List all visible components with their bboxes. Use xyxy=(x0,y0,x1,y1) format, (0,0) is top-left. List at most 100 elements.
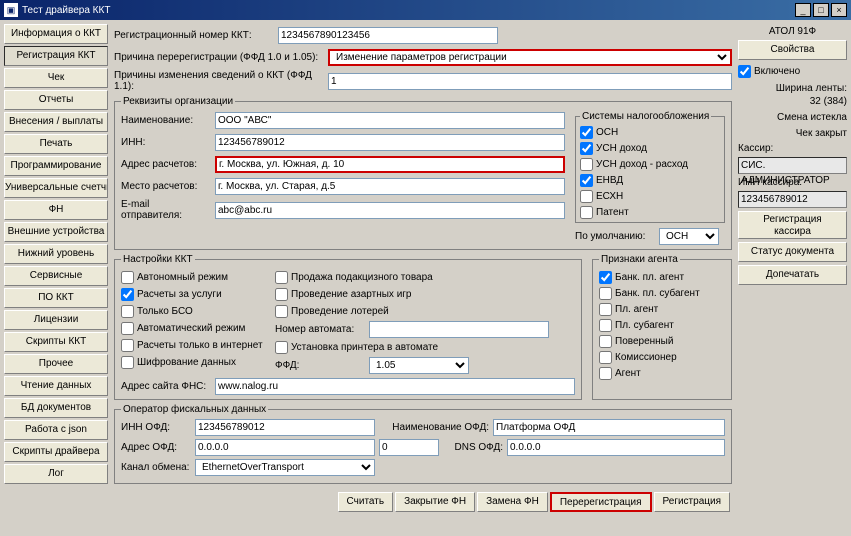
chk-auto-mode[interactable] xyxy=(121,322,134,335)
nav-scripts-kkt[interactable]: Скрипты ККТ xyxy=(4,332,108,352)
chk-osn[interactable] xyxy=(580,126,593,139)
chk-autonomous[interactable] xyxy=(121,271,134,284)
chk-pl-agent[interactable] xyxy=(599,303,612,316)
tax-default-select[interactable]: ОСН xyxy=(659,228,719,245)
cashier-inn-label: ИНН кассира: xyxy=(738,177,847,188)
chk-services[interactable] xyxy=(121,288,134,301)
reg-button[interactable]: Регистрация xyxy=(654,492,730,512)
nav-check[interactable]: Чек xyxy=(4,68,108,88)
lbl-patent: Патент xyxy=(596,207,629,218)
doc-status-button[interactable]: Статус документа xyxy=(738,242,847,262)
nav-json[interactable]: Работа с json xyxy=(4,420,108,440)
chk-usn-dohod[interactable] xyxy=(580,142,593,155)
props-button[interactable]: Свойства xyxy=(738,40,847,60)
calc-addr-input[interactable] xyxy=(215,156,565,173)
tax-default-label: По умолчанию: xyxy=(575,231,655,242)
calc-place-label: Место расчетов: xyxy=(121,181,211,192)
chk-eshn[interactable] xyxy=(580,190,593,203)
ofd-legend: Оператор фискальных данных xyxy=(121,404,268,415)
reg-number-input[interactable] xyxy=(278,27,498,44)
nav-read-data[interactable]: Чтение данных xyxy=(4,376,108,396)
nav-scripts-driver[interactable]: Скрипты драйвера xyxy=(4,442,108,462)
nav-programming[interactable]: Программирование xyxy=(4,156,108,176)
ofd-channel-select[interactable]: EthernetOverTransport xyxy=(195,459,375,476)
chk-usn-dr[interactable] xyxy=(580,158,593,171)
ofd-name-input[interactable] xyxy=(493,419,725,436)
close-button[interactable]: × xyxy=(831,3,847,17)
ofd-inn-input[interactable] xyxy=(195,419,375,436)
ofd-port-input[interactable] xyxy=(379,439,439,456)
chk-excise[interactable] xyxy=(275,271,288,284)
lbl-auto-mode: Автоматический режим xyxy=(137,323,245,334)
nav-fn[interactable]: ФН xyxy=(4,200,108,220)
nav-low-level[interactable]: Нижний уровень xyxy=(4,244,108,264)
nav-counters[interactable]: Универсальные счетчики xyxy=(4,178,108,198)
settings-legend: Настройки ККТ xyxy=(121,254,195,265)
nav-ext-devices[interactable]: Внешние устройства xyxy=(4,222,108,242)
ofd-dns-input[interactable] xyxy=(507,439,725,456)
nav-payments[interactable]: Внесения / выплаты xyxy=(4,112,108,132)
nav-po-kkt[interactable]: ПО ККТ xyxy=(4,288,108,308)
nav-db-docs[interactable]: БД документов xyxy=(4,398,108,418)
ofd-name-label: Наименование ОФД: xyxy=(379,422,489,433)
inn-label: ИНН: xyxy=(121,137,211,148)
email-label: E-mail отправителя: xyxy=(121,199,211,221)
nav-other[interactable]: Прочее xyxy=(4,354,108,374)
read-button[interactable]: Считать xyxy=(338,492,394,512)
inn-input[interactable] xyxy=(215,134,565,151)
minimize-button[interactable]: _ xyxy=(795,3,811,17)
chk-bank-agent[interactable] xyxy=(599,271,612,284)
nav-licenses[interactable]: Лицензии xyxy=(4,310,108,330)
chk-bso[interactable] xyxy=(121,305,134,318)
nav-print[interactable]: Печать xyxy=(4,134,108,154)
rereg-reason-select[interactable]: Изменение параметров регистрации xyxy=(328,49,732,66)
lbl-enabled: Включено xyxy=(754,66,800,77)
nav-reports[interactable]: Отчеты xyxy=(4,90,108,110)
topup-button[interactable]: Допечатать xyxy=(738,265,847,285)
chk-pl-subagent[interactable] xyxy=(599,319,612,332)
org-name-input[interactable] xyxy=(215,112,565,129)
lbl-autonomous: Автономный режим xyxy=(137,272,228,283)
email-input[interactable] xyxy=(215,202,565,219)
ofd-inn-label: ИНН ОФД: xyxy=(121,422,191,433)
chk-internet[interactable] xyxy=(121,339,134,352)
chk-enabled[interactable] xyxy=(738,65,751,78)
tax-fieldset: Системы налогообложения ОСН УСН доход УС… xyxy=(575,111,725,223)
chk-encrypt[interactable] xyxy=(121,356,134,369)
nav-reg-kkt[interactable]: Регистрация ККТ xyxy=(4,46,108,66)
rereg-button[interactable]: Перерегистрация xyxy=(550,492,652,512)
fns-input[interactable] xyxy=(215,378,575,395)
chk-envd[interactable] xyxy=(580,174,593,187)
ffd-select[interactable]: 1.05 xyxy=(369,357,469,374)
chk-commissioner[interactable] xyxy=(599,351,612,364)
calc-place-input[interactable] xyxy=(215,178,565,195)
close-fn-button[interactable]: Закрытие ФН xyxy=(395,492,475,512)
chk-agent[interactable] xyxy=(599,367,612,380)
lbl-envd: ЕНВД xyxy=(596,175,623,186)
maximize-button[interactable]: □ xyxy=(813,3,829,17)
model-label: АТОЛ 91Ф xyxy=(738,26,847,37)
nav-info-kkt[interactable]: Информация о ККТ xyxy=(4,24,108,44)
ofd-addr-input[interactable] xyxy=(195,439,375,456)
reg-number-label: Регистрационный номер ККТ: xyxy=(114,30,274,41)
ofd-dns-label: DNS ОФД: xyxy=(443,442,503,453)
chk-patent[interactable] xyxy=(580,206,593,219)
lbl-osn: ОСН xyxy=(596,127,618,138)
lbl-encrypt: Шифрование данных xyxy=(137,357,236,368)
chk-bank-subagent[interactable] xyxy=(599,287,612,300)
lbl-internet: Расчеты только в интернет xyxy=(137,340,263,351)
chk-attorney[interactable] xyxy=(599,335,612,348)
app-icon: ▣ xyxy=(4,3,18,17)
machine-num-input[interactable] xyxy=(369,321,549,338)
chk-lottery[interactable] xyxy=(275,305,288,318)
chk-printer[interactable] xyxy=(275,341,288,354)
lbl-eshn: ЕСХН xyxy=(596,191,623,202)
chk-gambling[interactable] xyxy=(275,288,288,301)
cashier-inn-value[interactable]: 123456789012 xyxy=(738,191,847,208)
change-fn-button[interactable]: Замена ФН xyxy=(477,492,548,512)
change-reason-input[interactable] xyxy=(328,73,732,90)
reg-cashier-button[interactable]: Регистрация кассира xyxy=(738,211,847,239)
nav-log[interactable]: Лог xyxy=(4,464,108,484)
nav-service[interactable]: Сервисные xyxy=(4,266,108,286)
cashier-value[interactable]: СИС. АДМИНИСТРАТОР xyxy=(738,157,847,174)
